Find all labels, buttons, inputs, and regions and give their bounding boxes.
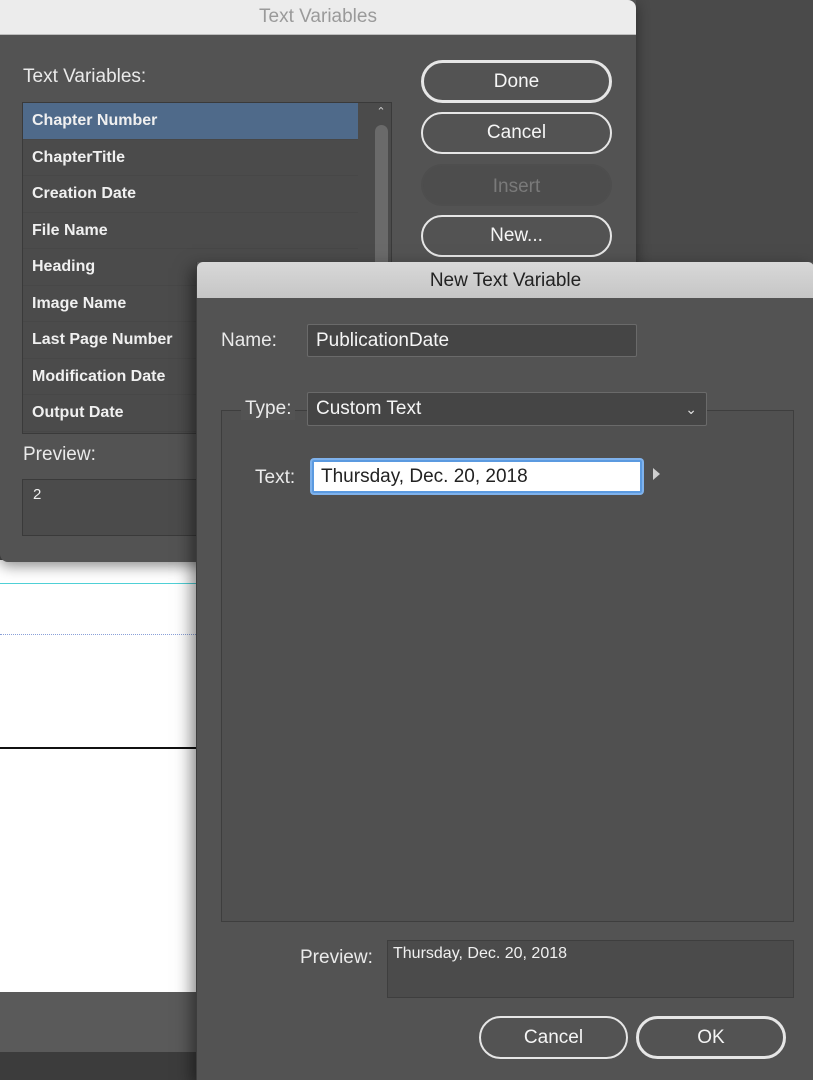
type-dropdown[interactable]: Custom Text ⌄ bbox=[307, 392, 707, 426]
preview-label: Preview: bbox=[23, 444, 96, 465]
name-label: Name: bbox=[221, 330, 277, 351]
cancel-button[interactable]: Cancel bbox=[421, 112, 612, 154]
list-item-chapter-number[interactable]: Chapter Number bbox=[23, 103, 358, 140]
text-variables-label: Text Variables: bbox=[23, 66, 147, 87]
preview-box: Thursday, Dec. 20, 2018 bbox=[387, 940, 794, 998]
type-dropdown-value: Custom Text bbox=[316, 398, 422, 419]
preview-box: 2 bbox=[22, 479, 197, 536]
dialog-title: New Text Variable bbox=[197, 262, 813, 298]
document-page bbox=[0, 560, 200, 992]
text-field[interactable]: Thursday, Dec. 20, 2018 bbox=[312, 460, 642, 493]
type-label: Type: bbox=[241, 398, 296, 420]
new-button[interactable]: New... bbox=[421, 215, 612, 257]
list-item-chapter-title[interactable]: ChapterTitle bbox=[23, 140, 358, 176]
new-text-variable-dialog: New Text Variable Name: PublicationDate … bbox=[196, 262, 813, 1080]
scroll-up-icon[interactable]: ⌃ bbox=[373, 105, 389, 121]
cancel-button[interactable]: Cancel bbox=[479, 1016, 628, 1059]
text-label: Text: bbox=[255, 467, 296, 488]
name-field[interactable]: PublicationDate bbox=[307, 324, 637, 357]
margin-guide bbox=[0, 583, 200, 584]
insert-button[interactable]: Insert bbox=[421, 164, 612, 206]
ok-button[interactable]: OK bbox=[636, 1016, 786, 1059]
dialog-title: Text Variables bbox=[0, 0, 636, 35]
list-item-file-name[interactable]: File Name bbox=[23, 213, 358, 249]
done-button[interactable]: Done bbox=[421, 60, 612, 103]
preview-label: Preview: bbox=[300, 947, 373, 968]
pasteboard-strip bbox=[0, 992, 200, 1052]
list-item-creation-date[interactable]: Creation Date bbox=[23, 176, 358, 213]
baseline-guide bbox=[0, 634, 200, 635]
special-characters-flyout-icon[interactable] bbox=[653, 468, 660, 480]
status-strip bbox=[0, 1052, 200, 1080]
chevron-down-icon: ⌄ bbox=[685, 401, 697, 417]
page-rule bbox=[0, 747, 200, 749]
